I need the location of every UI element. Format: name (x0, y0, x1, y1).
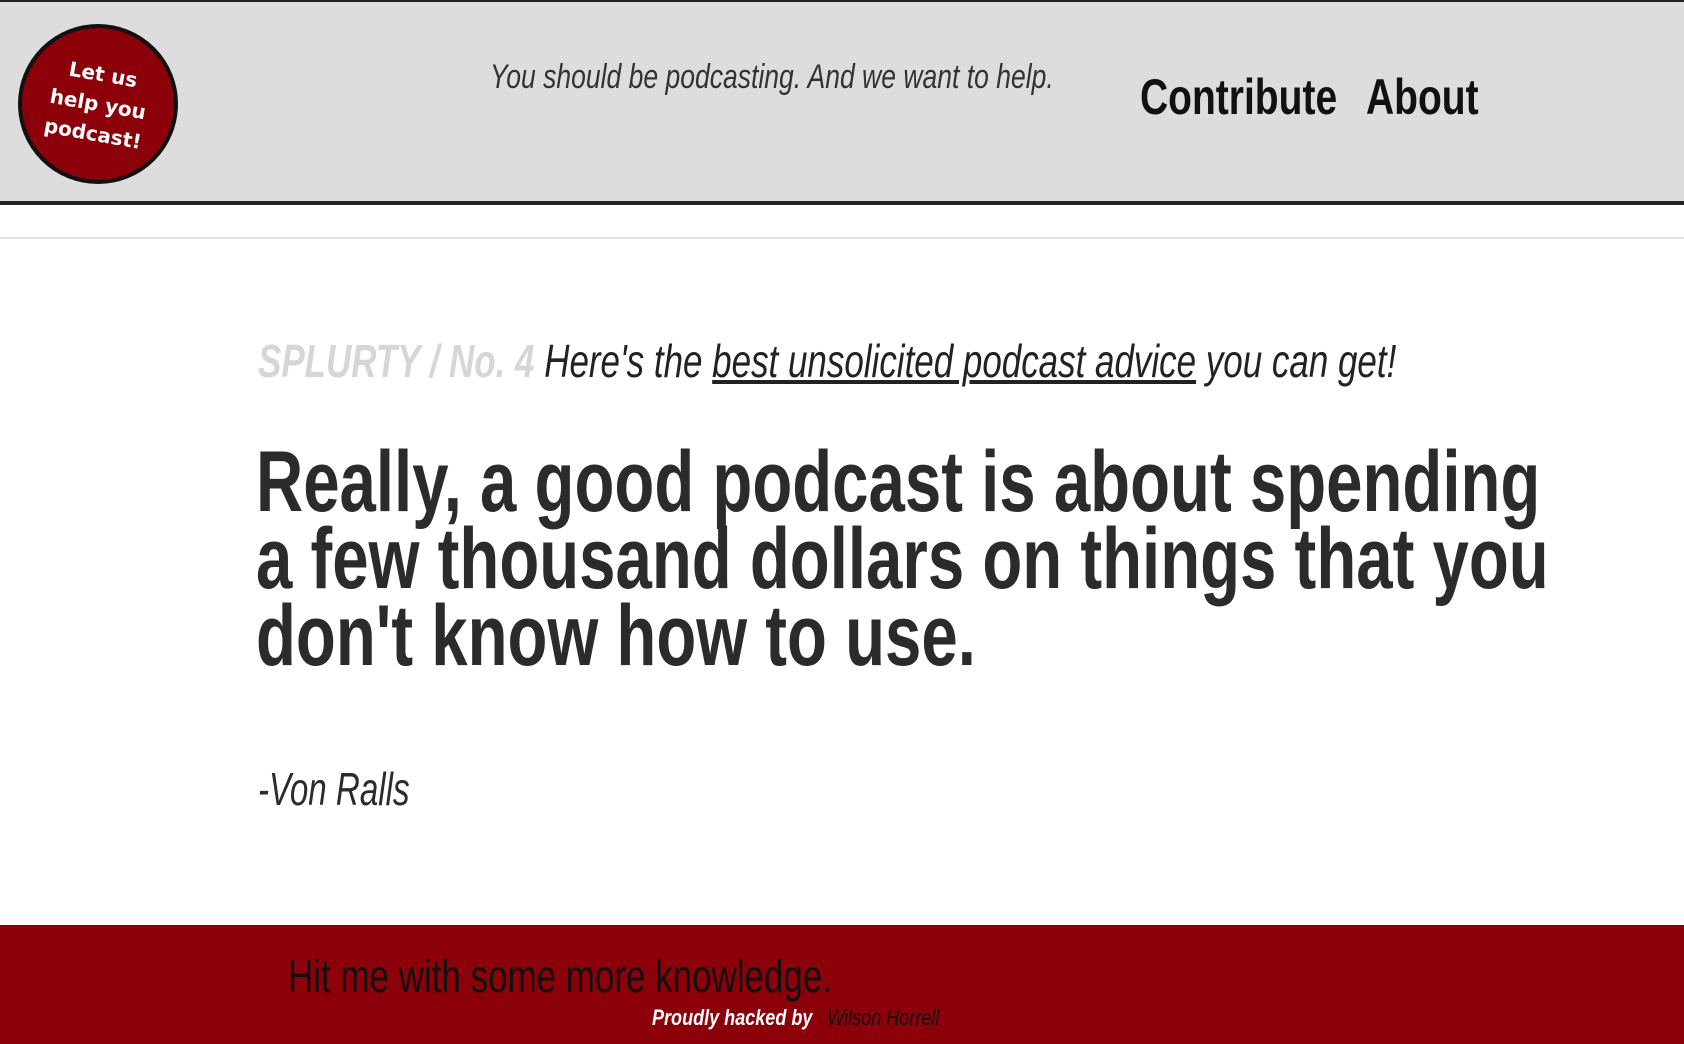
footer-credit: Proudly hacked by Wilson Horrell (652, 1005, 939, 1031)
credit-author-link[interactable]: Wilson Horrell (827, 1005, 939, 1030)
nav-contribute-link[interactable]: Contribute (1140, 68, 1337, 126)
issue-label: SPLURTY / No. 4 (258, 335, 535, 387)
logo-badge-text: Let us help you podcast! (36, 50, 160, 158)
more-knowledge-link[interactable]: Hit me with some more knowledge. (288, 949, 832, 1003)
divider (0, 237, 1684, 239)
intro-text-after: you can get! (1205, 335, 1397, 387)
quote-attribution: -Von Ralls (258, 763, 410, 815)
advice-quote: Really, a good podcast is about spending… (256, 434, 1549, 684)
site-footer: Hit me with some more knowledge. Proudly… (0, 925, 1684, 1044)
credit-prefix: Proudly hacked by (652, 1005, 813, 1030)
site-header: Let us help you podcast! You should be p… (0, 0, 1684, 205)
advice-link[interactable]: best unsolicited podcast advice (712, 335, 1196, 387)
intro-text-before: Here's the (544, 335, 703, 387)
advice-kicker: SPLURTY / No. 4 Here's the best unsolici… (258, 334, 1396, 388)
logo-badge[interactable]: Let us help you podcast! (18, 24, 178, 184)
nav-about-link[interactable]: About (1366, 68, 1479, 126)
site-tagline: You should be podcasting. And we want to… (490, 58, 1054, 96)
